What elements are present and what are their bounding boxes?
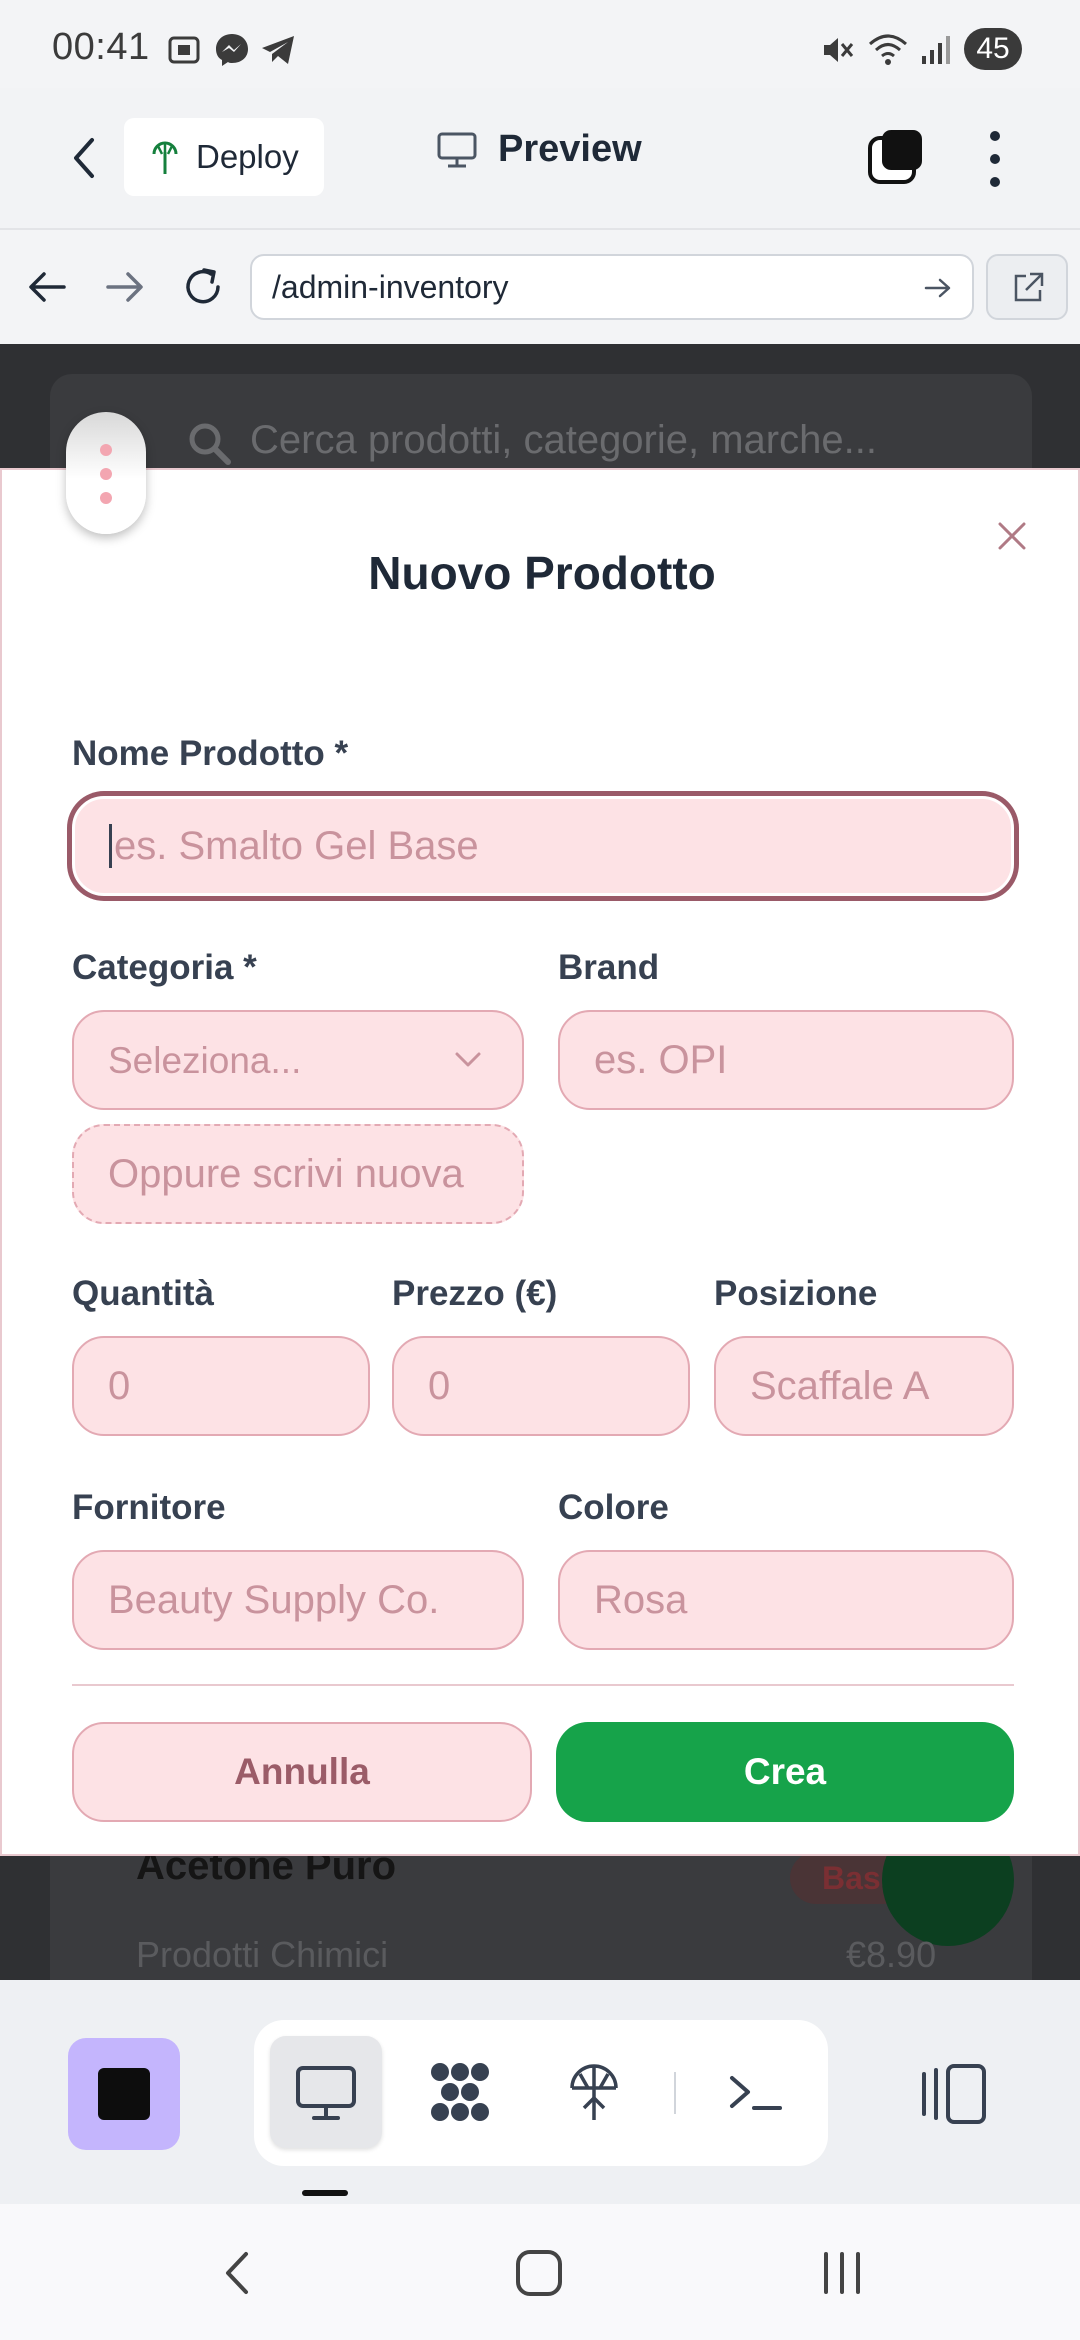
cancel-button[interactable]: Annulla bbox=[72, 1722, 532, 1822]
stop-button[interactable] bbox=[68, 2038, 180, 2150]
position-label: Posizione bbox=[714, 1274, 878, 1313]
android-navigation-bar bbox=[0, 2204, 1080, 2340]
create-button[interactable]: Crea bbox=[556, 1722, 1014, 1822]
floating-menu-handle[interactable] bbox=[66, 412, 146, 534]
price-label: Prezzo (€) bbox=[392, 1274, 558, 1313]
screenshot-icon bbox=[168, 36, 200, 64]
color-placeholder: Rosa bbox=[594, 1578, 688, 1622]
search-icon bbox=[189, 423, 231, 465]
telegram-icon bbox=[262, 36, 294, 64]
background-search-placeholder: Cerca prodotti, categorie, marche... bbox=[250, 418, 877, 462]
deploy-icon bbox=[570, 2064, 618, 2120]
position-placeholder: Scaffale A bbox=[750, 1364, 930, 1408]
terminal-icon bbox=[730, 2076, 782, 2110]
quantity-label: Quantità bbox=[72, 1274, 214, 1313]
url-text: /admin-inventory bbox=[272, 269, 509, 305]
tab-terminal[interactable] bbox=[700, 2036, 812, 2148]
signal-icon bbox=[922, 36, 950, 64]
new-category-placeholder: Oppure scrivi nuova bbox=[108, 1152, 464, 1196]
status-bar: 00:41 45 bbox=[0, 0, 1080, 88]
deploy-label: Deploy bbox=[196, 138, 299, 175]
category-select[interactable]: Seleziona... bbox=[72, 1010, 524, 1110]
quantity-input[interactable]: 0 bbox=[72, 1336, 370, 1436]
color-label: Colore bbox=[558, 1488, 669, 1527]
supplier-placeholder: Beauty Supply Co. bbox=[108, 1578, 440, 1622]
stop-icon bbox=[98, 2068, 150, 2120]
modal-title: Nuovo Prodotto bbox=[368, 547, 716, 599]
url-input[interactable]: /admin-inventory bbox=[250, 254, 974, 320]
open-external-button[interactable] bbox=[986, 254, 1068, 320]
price-input[interactable]: 0 bbox=[392, 1336, 690, 1436]
supplier-input[interactable]: Beauty Supply Co. bbox=[72, 1550, 524, 1650]
monitor-icon bbox=[296, 2066, 356, 2120]
product-name-input[interactable]: es. Smalto Gel Base bbox=[72, 796, 1014, 896]
back-icon[interactable] bbox=[56, 128, 116, 188]
app-toolbar: Deploy Preview bbox=[0, 88, 1080, 230]
nav-home-icon[interactable] bbox=[514, 2248, 564, 2298]
nav-recents-icon[interactable] bbox=[818, 2248, 868, 2298]
position-input[interactable]: Scaffale A bbox=[714, 1336, 1014, 1436]
messenger-icon bbox=[216, 34, 248, 66]
battery-indicator: 45 bbox=[964, 28, 1022, 70]
preview-title: Preview bbox=[436, 128, 642, 171]
tab-separator bbox=[674, 2072, 676, 2114]
price-placeholder: 0 bbox=[428, 1364, 451, 1408]
brand-label: Brand bbox=[558, 948, 660, 987]
packages-icon bbox=[431, 2063, 489, 2121]
handle-dot bbox=[100, 468, 112, 480]
wifi-icon bbox=[869, 34, 907, 65]
new-category-input[interactable]: Oppure scrivi nuova bbox=[72, 1124, 524, 1224]
quantity-placeholder: 0 bbox=[108, 1364, 131, 1408]
mute-icon bbox=[824, 38, 854, 62]
tabs-icon[interactable] bbox=[868, 128, 924, 186]
browser-back-icon[interactable] bbox=[22, 262, 72, 312]
new-product-modal: Nuovo Prodotto Nome Prodotto * es. Smalt… bbox=[0, 468, 1080, 1856]
name-label: Nome Prodotto * bbox=[72, 734, 349, 773]
more-options-icon[interactable] bbox=[980, 124, 1010, 194]
handle-dot bbox=[100, 492, 112, 504]
nav-back-icon[interactable] bbox=[218, 2248, 258, 2298]
deploy-icon bbox=[152, 141, 178, 174]
split-view-icon[interactable] bbox=[918, 2062, 998, 2126]
chevron-down-icon bbox=[455, 1052, 481, 1067]
product-name-placeholder: es. Smalto Gel Base bbox=[114, 824, 479, 868]
background-card-price: €8.90 bbox=[846, 1934, 937, 1975]
supplier-label: Fornitore bbox=[72, 1488, 226, 1527]
active-tab-indicator bbox=[302, 2190, 348, 2196]
tab-deploy[interactable] bbox=[538, 2036, 650, 2148]
tab-preview[interactable] bbox=[270, 2036, 382, 2148]
ide-bottom-bar bbox=[0, 1980, 1080, 2204]
brand-placeholder: es. OPI bbox=[594, 1038, 728, 1082]
go-arrow-icon[interactable] bbox=[922, 272, 954, 304]
background-card-category: Prodotti Chimici bbox=[136, 1934, 389, 1975]
external-link-icon bbox=[1014, 272, 1044, 302]
category-selected: Seleziona... bbox=[108, 1040, 302, 1081]
color-input[interactable]: Rosa bbox=[558, 1550, 1014, 1650]
status-time: 00:41 bbox=[52, 26, 150, 68]
tab-packages[interactable] bbox=[404, 2036, 516, 2148]
modal-divider bbox=[72, 1684, 1014, 1686]
handle-dot bbox=[100, 444, 112, 456]
category-label: Categoria * bbox=[72, 948, 257, 987]
browser-url-bar: /admin-inventory bbox=[0, 230, 1080, 344]
text-caret bbox=[109, 824, 112, 868]
deploy-button[interactable]: Deploy bbox=[124, 118, 324, 196]
preview-label: Preview bbox=[498, 128, 642, 170]
brand-input[interactable]: es. OPI bbox=[558, 1010, 1014, 1110]
ide-tab-group bbox=[254, 2020, 828, 2166]
monitor-icon bbox=[437, 132, 477, 167]
reload-icon[interactable] bbox=[178, 262, 228, 312]
browser-forward-icon[interactable] bbox=[100, 262, 150, 312]
